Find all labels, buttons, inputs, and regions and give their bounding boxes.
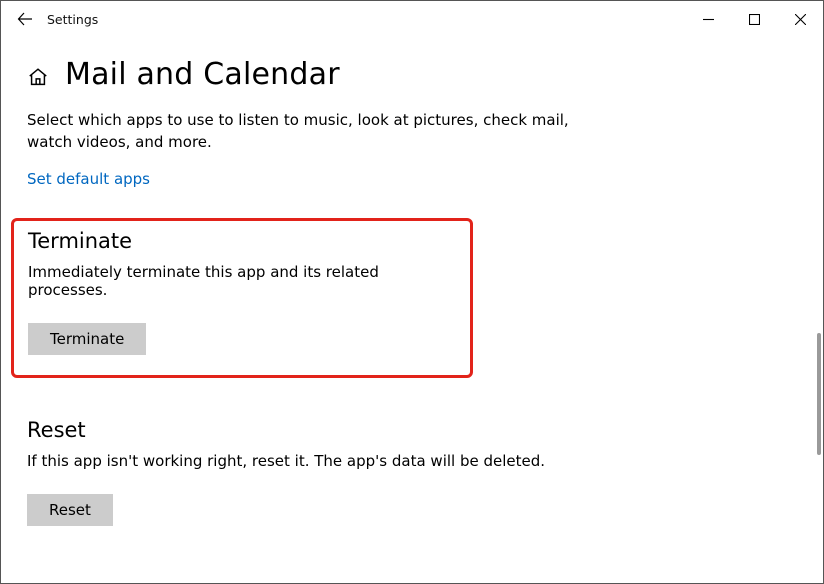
reset-desc: If this app isn't working right, reset i… xyxy=(27,452,797,470)
terminate-button[interactable]: Terminate xyxy=(28,323,146,355)
maximize-icon xyxy=(749,14,760,25)
window-controls xyxy=(685,1,823,37)
uninstall-section: Uninstall Uninstall this app and its set… xyxy=(27,582,797,584)
minimize-button[interactable] xyxy=(685,1,731,37)
page-header: Mail and Calendar xyxy=(27,57,797,92)
reset-section: Reset If this app isn't working right, r… xyxy=(27,418,797,526)
minimize-icon xyxy=(703,14,714,25)
arrow-left-icon xyxy=(17,11,33,27)
terminate-section-highlight: Terminate Immediately terminate this app… xyxy=(11,218,473,378)
reset-button[interactable]: Reset xyxy=(27,494,113,526)
set-default-apps-link[interactable]: Set default apps xyxy=(27,170,797,188)
maximize-button[interactable] xyxy=(731,1,777,37)
intro-text: Select which apps to use to listen to mu… xyxy=(27,110,587,154)
terminate-desc: Immediately terminate this app and its r… xyxy=(28,263,456,299)
content-area: Mail and Calendar Select which apps to u… xyxy=(1,37,823,583)
terminate-title: Terminate xyxy=(28,229,456,253)
close-button[interactable] xyxy=(777,1,823,37)
uninstall-title: Uninstall xyxy=(27,582,797,584)
close-icon xyxy=(795,14,806,25)
back-button[interactable] xyxy=(5,1,45,37)
window-title: Settings xyxy=(47,12,98,27)
titlebar-left: Settings xyxy=(5,1,98,37)
page-title: Mail and Calendar xyxy=(65,57,340,92)
scrollbar-thumb[interactable] xyxy=(817,333,821,455)
reset-title: Reset xyxy=(27,418,797,442)
titlebar: Settings xyxy=(1,1,823,37)
home-icon xyxy=(27,66,49,88)
